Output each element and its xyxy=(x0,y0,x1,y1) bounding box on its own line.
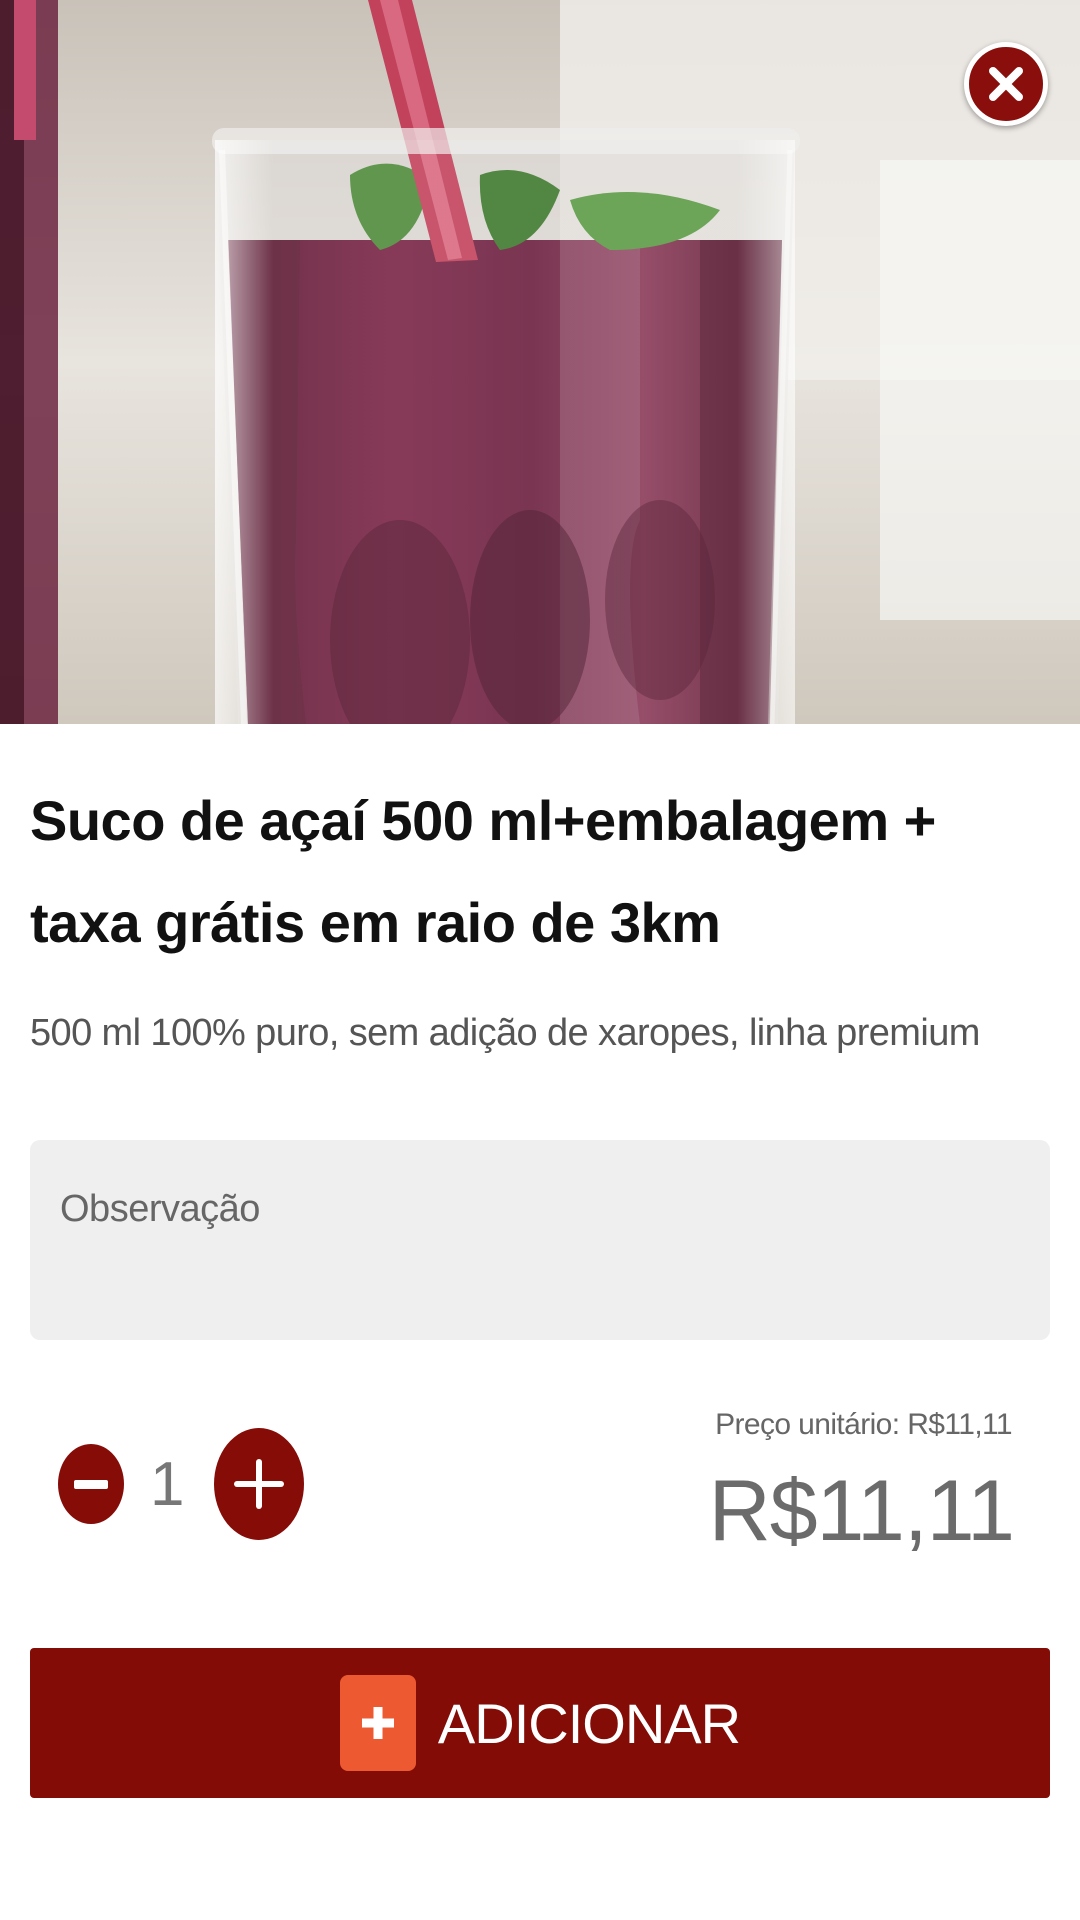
product-image xyxy=(0,0,1080,724)
add-to-cart-button[interactable]: ADICIONAR xyxy=(30,1648,1050,1798)
quantity-value: 1 xyxy=(150,1449,185,1519)
add-button-label: ADICIONAR xyxy=(437,1691,741,1755)
quantity-stepper: 1 xyxy=(58,1428,305,1540)
observation-field[interactable] xyxy=(30,1140,1050,1340)
decrease-quantity-button[interactable] xyxy=(58,1444,124,1524)
minus-icon xyxy=(74,1479,108,1489)
product-description: 500 ml 100% puro, sem adição de xaropes,… xyxy=(30,1012,980,1054)
total-price: R$11,11 xyxy=(708,1463,1015,1559)
unit-price: Preço unitário: R$11,11 xyxy=(715,1408,1013,1441)
plus-icon xyxy=(339,1675,416,1771)
product-title: Suco de açaí 500 ml+embalagem + taxa grá… xyxy=(30,789,936,954)
increase-quantity-button[interactable] xyxy=(214,1428,305,1540)
acai-juice-illustration xyxy=(0,0,1080,724)
close-icon xyxy=(989,67,1023,101)
plus-icon xyxy=(234,1459,285,1509)
close-button[interactable] xyxy=(964,42,1048,126)
